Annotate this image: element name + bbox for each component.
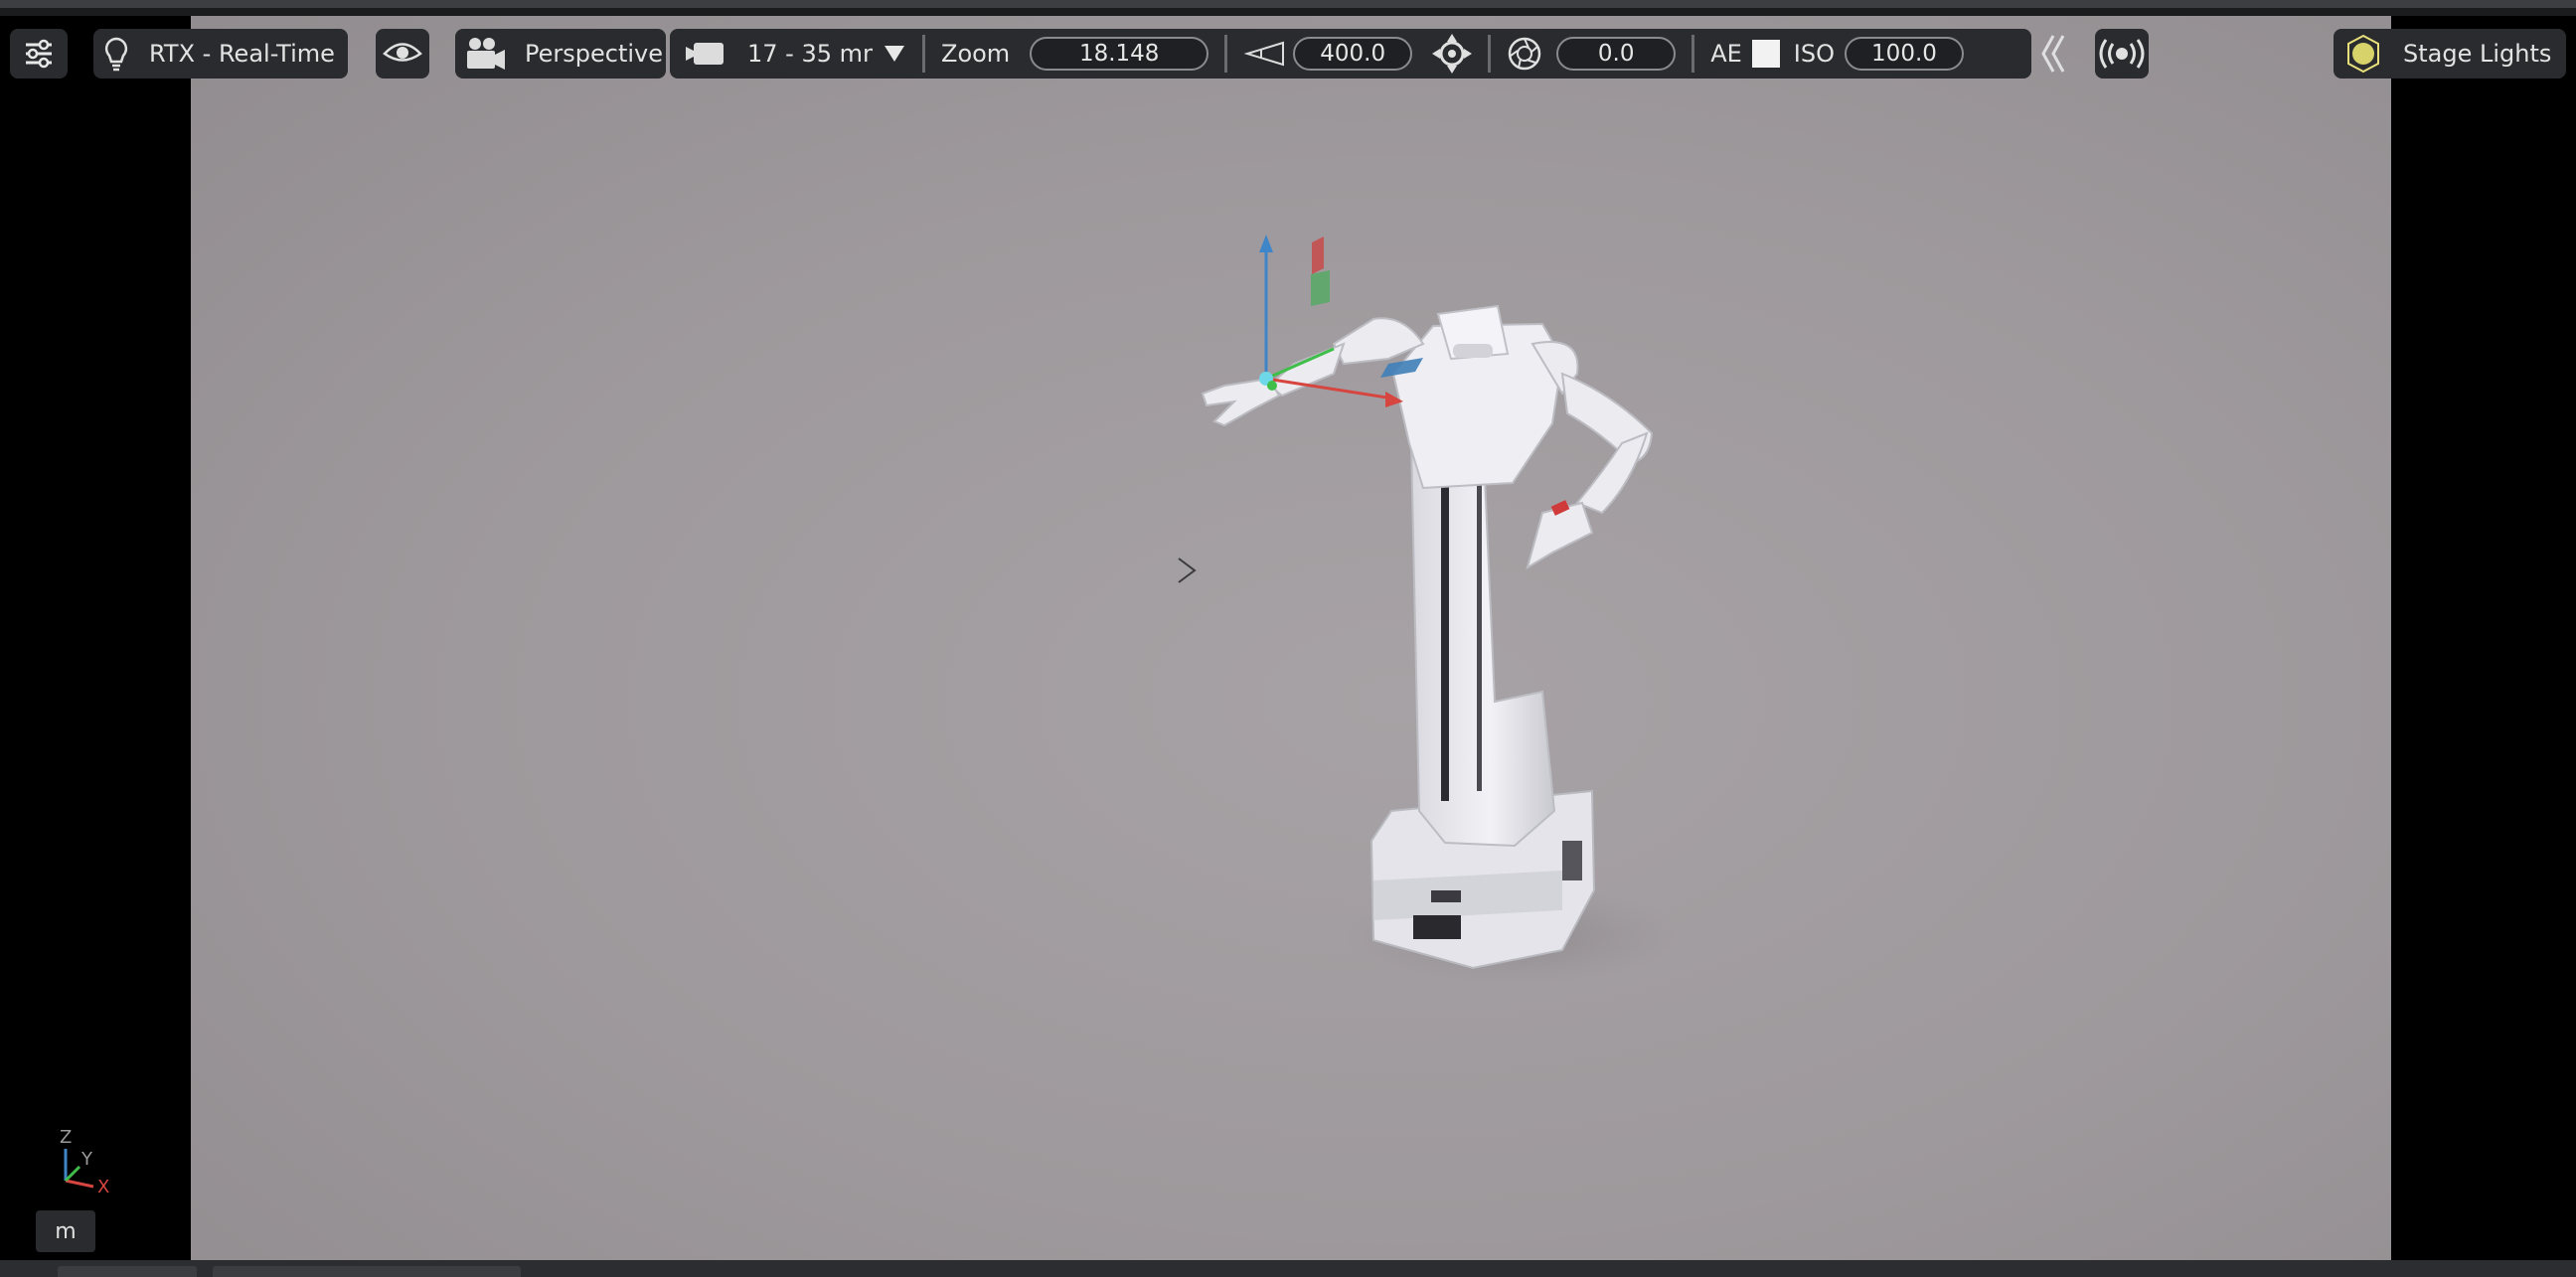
axis-orientation-gizmo: Z Y X	[40, 1121, 129, 1200]
camera-label: Perspective	[525, 40, 663, 68]
collapse-button[interactable]	[2033, 29, 2071, 79]
axis-y-label: Y	[80, 1149, 93, 1170]
separator	[1488, 35, 1492, 73]
crosshair-target-icon[interactable]	[1432, 34, 1473, 74]
visibility-button[interactable]	[376, 29, 429, 79]
separator	[1224, 35, 1228, 73]
ae-checkbox[interactable]	[1751, 40, 1780, 68]
robot-torso	[1391, 304, 1564, 490]
camera-button[interactable]: Perspective	[455, 29, 666, 79]
renderer-button[interactable]: RTX - Real-Time	[93, 29, 348, 79]
lightbulb-icon	[103, 36, 129, 72]
movie-camera-icon	[684, 39, 727, 69]
eye-icon	[383, 41, 422, 67]
lens-label[interactable]: 17 - 35 mm	[747, 40, 873, 68]
bottom-panel-bar	[0, 1260, 2576, 1277]
aperture-field[interactable]: 0.0	[1556, 37, 1677, 71]
axis-x-label: X	[97, 1177, 109, 1197]
title-fragment	[358, 0, 656, 4]
dropdown-triangle-icon[interactable]	[883, 44, 906, 64]
viewport-render[interactable]	[191, 16, 2391, 1260]
focal-distance-field[interactable]: 400.0	[1293, 37, 1413, 71]
zoom-field[interactable]: 18.148	[1030, 37, 1209, 71]
axis-z-label: Z	[60, 1127, 72, 1148]
broadcast-icon	[2098, 38, 2146, 70]
collapse-chevrons-icon	[2037, 32, 2067, 76]
camera-icon	[465, 36, 507, 72]
window-top-strip	[0, 0, 2576, 8]
aperture-icon	[1507, 36, 1542, 72]
stage-light-icon	[2343, 34, 2383, 74]
viewport-toolbar: RTX - Real-Time Perspective 17 - 35 mm Z…	[0, 24, 2576, 83]
bottom-tab[interactable]	[213, 1266, 521, 1277]
settings-sliders-icon	[22, 37, 56, 71]
iso-field[interactable]: 100.0	[1844, 37, 1964, 71]
separator	[922, 35, 925, 73]
robot-column	[1409, 431, 1556, 848]
focal-cone-icon	[1243, 40, 1285, 68]
viewport-mode-button[interactable]: m	[36, 1210, 95, 1252]
renderer-label: RTX - Real-Time	[149, 40, 335, 68]
stage-lights-label: Stage Lights	[2403, 40, 2552, 68]
separator	[1691, 35, 1695, 73]
iso-label: ISO	[1793, 40, 1835, 68]
robot-scene	[1178, 235, 1682, 985]
stage-lights-button[interactable]: Stage Lights	[2334, 29, 2566, 79]
zoom-label: Zoom	[941, 40, 1011, 68]
settings-button[interactable]	[10, 29, 68, 79]
broadcast-button[interactable]	[2095, 29, 2149, 79]
ae-label: AE	[1710, 40, 1742, 68]
camera-settings-bar: 17 - 35 mm Zoom 18.148 400.0 0.0 AE ISO …	[670, 29, 2031, 79]
expand-arrow-icon[interactable]	[1178, 558, 1197, 583]
bottom-tab[interactable]	[58, 1266, 197, 1277]
